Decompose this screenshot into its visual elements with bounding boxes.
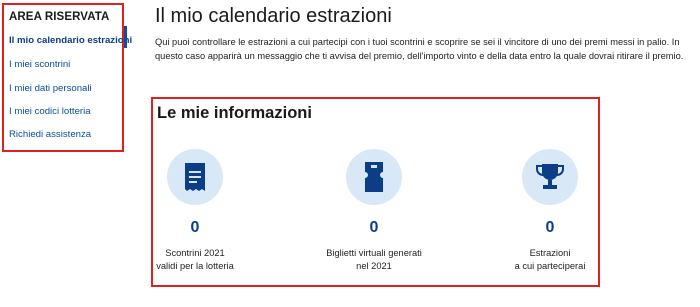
stat-virtual-tickets: 0 Biglietti virtuali generati nel 2021 [309, 149, 439, 272]
info-title: Le mie informazioni [157, 104, 312, 122]
ticket-icon [346, 149, 402, 205]
stat-draws-count: 0 [545, 219, 555, 236]
sidebar-item-personal-data[interactable]: I miei dati personali [9, 83, 92, 94]
stat-draws-label: Estrazioni a cui parteciperai [514, 248, 586, 271]
reserved-area-sidebar: AREA RISERVATA Il mio calendario estrazi… [2, 3, 132, 152]
intro-text: Qui puoi controllare le estrazioni a cui… [155, 37, 684, 61]
sidebar-item-lottery-codes[interactable]: I miei codici lotteria [9, 106, 91, 117]
stat-receipts-label: Scontrini 2021 validi per la lotteria [156, 248, 234, 271]
stat-receipts: 0 Scontrini 2021 validi per la lotteria [130, 149, 260, 272]
trophy-icon [522, 149, 578, 205]
page-title: Il mio calendario estrazioni [155, 5, 392, 27]
my-info-panel: Le mie informazioni 0 Scontrini 2021 val… [151, 97, 600, 287]
stat-draws: 0 Estrazioni a cui parteciperai [485, 149, 615, 272]
sidebar-item-assistance[interactable]: Richiedi assistenza [9, 129, 91, 140]
sidebar-title: AREA RISERVATA [9, 11, 110, 23]
stat-virtual-tickets-count: 0 [369, 219, 379, 236]
active-item-indicator [124, 26, 127, 48]
stat-virtual-tickets-label: Biglietti virtuali generati nel 2021 [326, 248, 422, 271]
sidebar-item-receipts[interactable]: I miei scontrini [9, 59, 70, 70]
sidebar-item-calendar[interactable]: Il mio calendario estrazioni [9, 35, 132, 46]
stat-receipts-count: 0 [190, 219, 200, 236]
receipt-icon [167, 149, 223, 205]
